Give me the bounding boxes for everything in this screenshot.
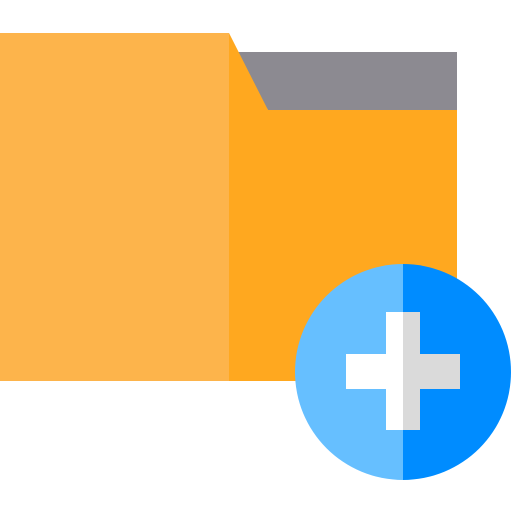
plus-horizontal-left xyxy=(346,354,403,389)
folder-front-panel xyxy=(0,33,229,381)
add-folder-graphic xyxy=(0,33,511,480)
add-folder-icon xyxy=(0,0,512,512)
plus-horizontal-right xyxy=(403,354,460,389)
